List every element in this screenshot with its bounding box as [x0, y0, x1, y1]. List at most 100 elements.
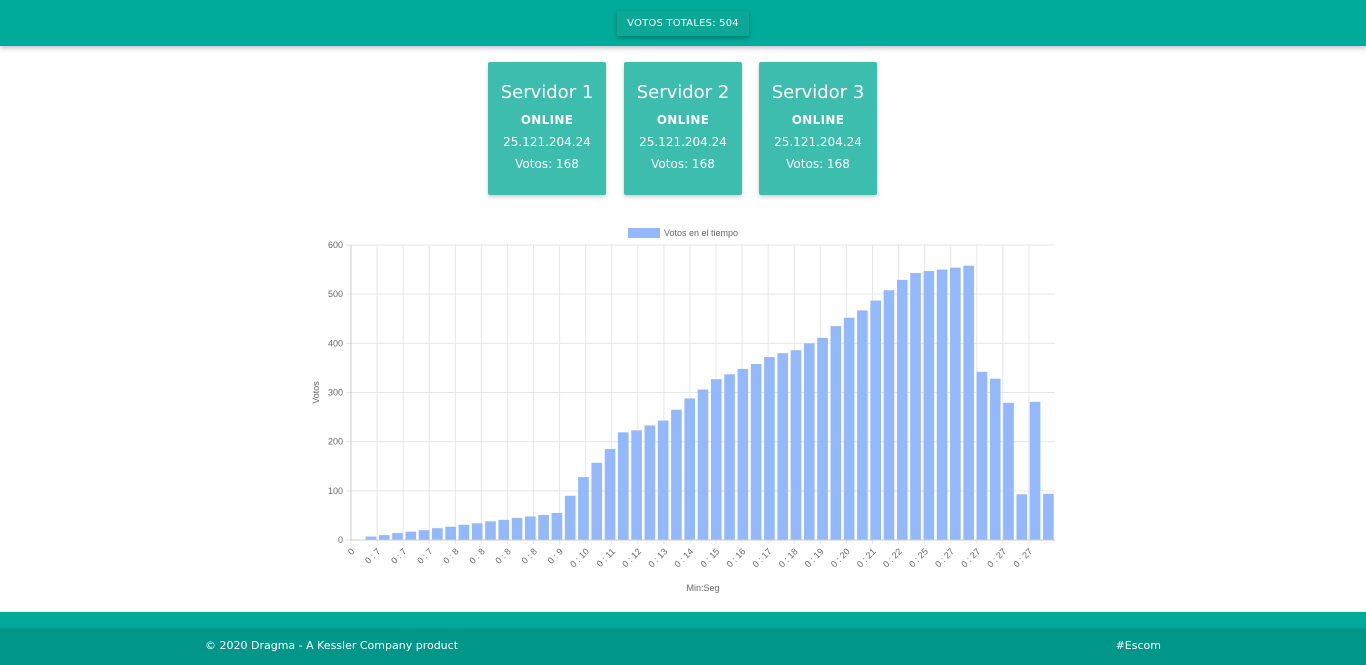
server-ip: 25.121.204.24	[774, 135, 862, 149]
x-tick-label: 0 : 8	[519, 546, 538, 565]
chart-bar	[764, 357, 775, 540]
y-tick-label: 400	[328, 338, 343, 348]
x-tick-label: 0 : 27	[959, 546, 982, 569]
chart-bar	[817, 337, 828, 540]
chart-bar	[777, 353, 789, 540]
chart-bar	[896, 279, 908, 540]
chart-bar	[405, 531, 417, 540]
chart-bar	[644, 425, 656, 540]
chart-bar	[790, 350, 802, 540]
chart-bar	[1029, 401, 1041, 540]
x-tick-label: 0 : 14	[672, 546, 695, 569]
chart-bar	[936, 269, 948, 540]
chart-bar	[1003, 402, 1014, 540]
server-card-1: Servidor 1 ONLINE 25.121.204.24 Votos: 1…	[488, 62, 606, 195]
chart-bar	[1016, 494, 1028, 540]
chart-bar	[378, 535, 390, 540]
x-tick-label: 0 : 16	[725, 546, 748, 569]
x-tick-label: 0 : 27	[1011, 546, 1034, 569]
server-name: Servidor 2	[636, 82, 730, 103]
chart-bar	[950, 267, 961, 540]
chart-bar	[631, 430, 642, 540]
y-axis-title: Votos	[311, 381, 321, 404]
server-ip: 25.121.204.24	[639, 135, 727, 149]
total-votes-button[interactable]: VOTOS TOTALES: 504	[617, 11, 749, 36]
x-tick-label: 0 : 12	[620, 546, 643, 569]
server-name: Servidor 1	[500, 82, 594, 103]
footer-bar: © 2020 Dragma - A Kessler Company produc…	[0, 628, 1366, 665]
y-tick-label: 0	[338, 535, 343, 545]
x-tick-label: 0 : 7	[415, 546, 434, 565]
x-axis-title: Min:Seg	[686, 583, 719, 593]
chart-bar	[617, 432, 629, 540]
chart-bar	[923, 271, 935, 540]
x-tick-label: 0 : 10	[568, 546, 591, 569]
chart-bar	[976, 371, 988, 540]
legend-label: Votos en el tiempo	[664, 228, 738, 238]
server-name: Servidor 3	[771, 82, 865, 103]
chart-bar	[578, 477, 589, 540]
chart-bar	[511, 517, 523, 540]
server-card-2: Servidor 2 ONLINE 25.121.204.24 Votos: 1…	[624, 62, 742, 195]
legend-swatch	[628, 228, 660, 238]
total-votes-label: VOTOS TOTALES: 504	[627, 18, 739, 29]
chart-bar	[432, 528, 443, 540]
footer: © 2020 Dragma - A Kessler Company produc…	[0, 612, 1366, 665]
x-tick-label: 0 : 19	[803, 546, 826, 569]
chart-bar	[910, 273, 921, 540]
x-tick-label: 0 : 18	[777, 546, 800, 569]
chart-bar	[684, 398, 696, 540]
x-tick-label: 0 : 13	[646, 546, 669, 569]
y-tick-label: 600	[328, 240, 343, 250]
x-tick-label: 0 : 21	[855, 546, 878, 569]
y-tick-label: 200	[328, 437, 343, 447]
x-tick-label: 0	[346, 546, 357, 557]
x-tick-label: 0 : 11	[595, 546, 618, 569]
footer-hashtag: #Escom	[1115, 639, 1161, 652]
server-ip: 25.121.204.24	[503, 135, 591, 149]
x-tick-label: 0 : 8	[467, 546, 486, 565]
chart-bar	[525, 516, 536, 540]
x-tick-label: 0 : 20	[829, 546, 852, 569]
y-tick-label: 100	[328, 486, 343, 496]
chart-bar	[870, 300, 881, 540]
chart-bar	[498, 519, 510, 540]
x-tick-label: 0 : 17	[751, 546, 774, 569]
x-tick-label: 0 : 8	[493, 546, 512, 565]
chart-bar	[445, 526, 456, 540]
chart-bar	[551, 512, 563, 540]
server-votes: Votos: 168	[786, 157, 850, 171]
chart-bar	[392, 533, 403, 540]
chart-bar	[485, 521, 496, 540]
server-status: ONLINE	[520, 113, 574, 127]
x-tick-label: 0 : 7	[363, 546, 382, 565]
x-tick-label: 0 : 27	[985, 546, 1008, 569]
y-tick-label: 500	[328, 289, 343, 299]
chart-bar	[697, 389, 709, 540]
chart-bar	[471, 523, 483, 540]
x-tick-label: 0 : 25	[907, 546, 930, 569]
chart-bar	[458, 524, 470, 540]
x-tick-label: 0 : 9	[546, 546, 565, 565]
top-navbar: VOTOS TOTALES: 504	[0, 0, 1366, 46]
chart-bar	[671, 409, 682, 540]
y-tick-label: 300	[328, 388, 343, 398]
footer-copyright: © 2020 Dragma - A Kessler Company produc…	[205, 639, 459, 652]
chart-bar	[710, 379, 722, 540]
chart-bar	[1043, 493, 1054, 540]
x-tick-label: 0 : 7	[389, 546, 408, 565]
chart-bar	[803, 343, 815, 540]
chart-bar	[989, 378, 1001, 540]
chart-bar	[591, 462, 603, 540]
chart-bar	[843, 317, 855, 540]
chart-bar	[564, 495, 576, 540]
chart-bar	[857, 310, 868, 540]
chart-bar	[538, 514, 549, 540]
chart-bar	[963, 265, 974, 540]
chart-bar	[365, 536, 377, 540]
chart-bar	[737, 368, 749, 540]
chart-bar	[604, 449, 616, 540]
x-tick-label: 0 : 8	[441, 546, 460, 565]
x-tick-label: 0 : 22	[881, 546, 904, 569]
chart-bar	[750, 363, 762, 540]
